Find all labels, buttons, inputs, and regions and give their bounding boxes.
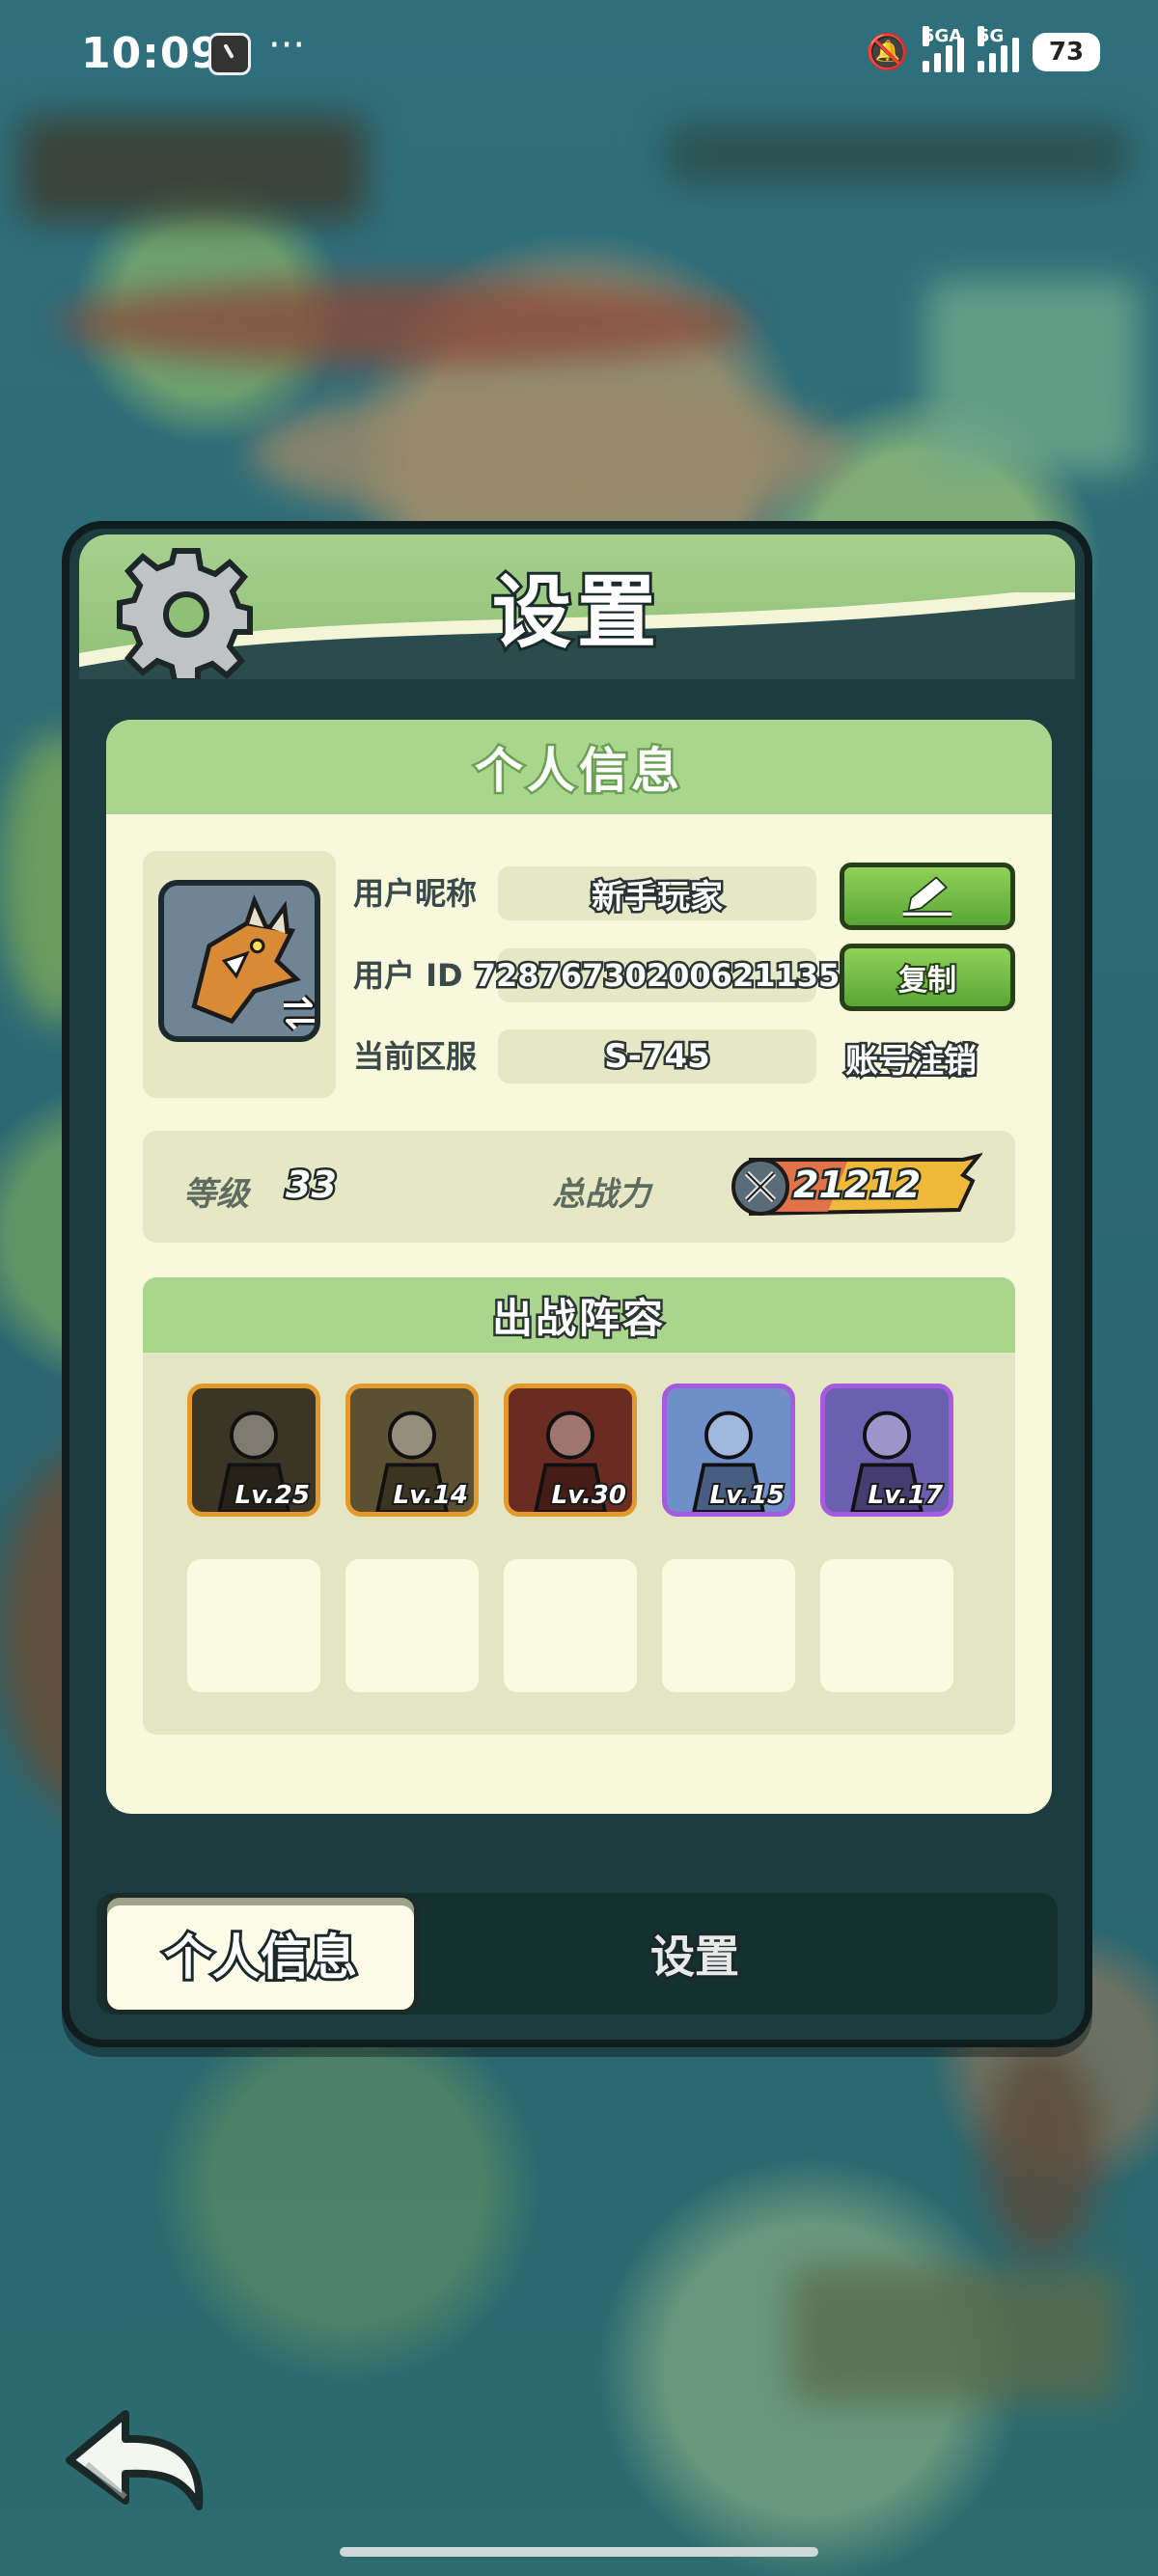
signal-5g-icon: 5G (978, 26, 1019, 72)
settings-dialog: 设置 个人信息 用户昵称 新手玩家 用户 ID 7287673020062113… (62, 521, 1092, 2047)
lineup-title: 出战阵容 (489, 1292, 666, 1344)
lineup-header: 出战阵容 (143, 1277, 1015, 1353)
panel-title: 个人信息 (473, 741, 683, 802)
hero-card[interactable]: Lv.17 (820, 1384, 953, 1517)
avatar-container (143, 851, 336, 1098)
status-indicators: 🔕 5GA 5G 73 (866, 23, 1100, 81)
hero-card[interactable]: Lv.14 (345, 1384, 479, 1517)
hero-card[interactable]: Lv.15 (662, 1384, 795, 1517)
personal-info-panel: 个人信息 用户昵称 新手玩家 用户 ID 72876730200621135 复… (106, 720, 1052, 1814)
server-label: 当前区服 (353, 1038, 478, 1075)
dialog-title-bar: 设置 (79, 534, 1075, 679)
userid-label: 用户 ID (353, 957, 463, 994)
nickname-field: 新手玩家 (498, 866, 816, 920)
server-field: S-745 (498, 1029, 816, 1083)
status-time: 10:09 (81, 29, 222, 78)
hero-card[interactable]: Lv.30 (504, 1384, 637, 1517)
clock-app-icon (208, 33, 251, 75)
signal-5ga-icon: 5GA (923, 26, 964, 72)
nickname-label: 用户昵称 (353, 875, 478, 912)
tab-settings[interactable]: 设置 (579, 1893, 811, 2014)
power-badge: 21212 (731, 1152, 982, 1221)
empty-slot[interactable] (662, 1559, 795, 1692)
back-arrow-icon[interactable] (58, 2400, 212, 2516)
userid-field: 72876730200621135 (472, 948, 842, 1002)
tab-personal-info[interactable]: 个人信息 (102, 1893, 419, 2014)
swap-avatar-icon[interactable] (276, 990, 322, 1036)
stats-row: 等级 33 总战力 21212 (143, 1131, 1015, 1243)
hero-level: Lv.30 (550, 1479, 628, 1512)
copy-button[interactable]: 复制 (840, 944, 1015, 1011)
panel-header: 个人信息 (106, 720, 1052, 814)
empty-slot[interactable] (820, 1559, 953, 1692)
hero-level: Lv.17 (867, 1479, 945, 1512)
cancel-account-link[interactable]: 账号注销 (843, 1034, 979, 1083)
hero-level: Lv.15 (708, 1479, 786, 1512)
home-indicator[interactable] (340, 2547, 818, 2557)
battle-lineup: 出战阵容 Lv.25 Lv.14 Lv.30 Lv.15 Lv.17 (143, 1277, 1015, 1735)
hero-level: Lv.14 (392, 1479, 470, 1512)
signal-5ga-label: 5GA (923, 26, 963, 46)
battery-indicator: 73 (1033, 33, 1100, 71)
tab-bar: 个人信息 设置 (96, 1893, 1058, 2014)
mute-icon: 🔕 (866, 33, 909, 72)
signal-5g-label: 5G (978, 26, 1005, 46)
level-label: 等级 (183, 1175, 249, 1214)
status-bar: 10:09 ··· 🔕 5GA 5G 73 (0, 0, 1158, 106)
level-value: 33 (284, 1162, 340, 1209)
more-notifications-icon: ··· (268, 23, 306, 68)
edit-nickname-button[interactable] (840, 863, 1015, 930)
dialog-title: 设置 (489, 564, 662, 662)
empty-slot[interactable] (504, 1559, 637, 1692)
power-label: 总战力 (552, 1175, 650, 1214)
empty-slot[interactable] (187, 1559, 320, 1692)
empty-slot[interactable] (345, 1559, 479, 1692)
hero-level: Lv.25 (234, 1479, 312, 1512)
pencil-icon (902, 876, 952, 918)
power-value: 21212 (790, 1162, 923, 1209)
hero-card[interactable]: Lv.25 (187, 1384, 320, 1517)
